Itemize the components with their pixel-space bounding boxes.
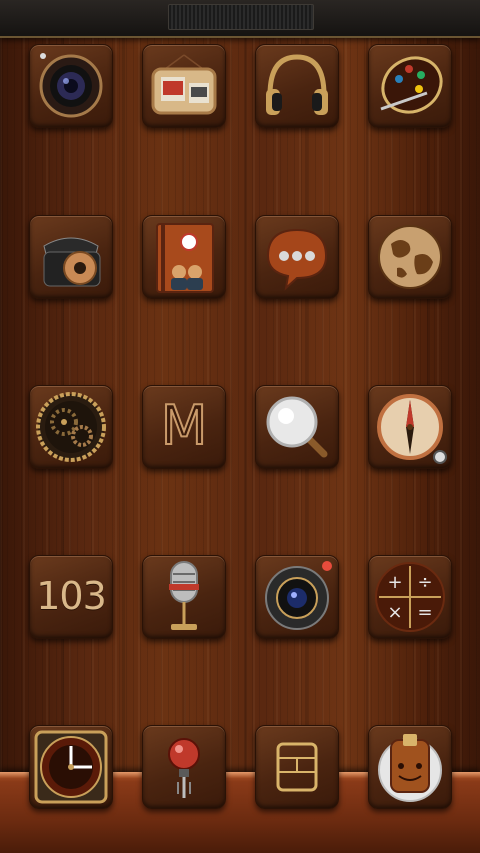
svg-text:+: + — [387, 572, 402, 593]
flashlight-icon[interactable] — [142, 725, 226, 809]
status-bar-notch — [168, 4, 314, 30]
calculator-icon[interactable]: + ÷ × = — [368, 555, 452, 639]
fm-radio-icon[interactable]: 103 — [29, 555, 113, 639]
contacts-icon[interactable] — [142, 215, 226, 299]
gallery-icon[interactable] — [142, 44, 226, 128]
browser-globe-icon[interactable] — [368, 215, 452, 299]
search-icon[interactable] — [255, 385, 339, 469]
camera-icon[interactable] — [29, 44, 113, 128]
mail-icon[interactable]: M — [142, 385, 226, 469]
voice-recorder-icon[interactable] — [142, 555, 226, 639]
mail-letter: M — [160, 393, 209, 458]
music-headphones-icon[interactable] — [255, 44, 339, 128]
clock-icon[interactable] — [29, 725, 113, 809]
svg-text:=: = — [417, 602, 432, 623]
video-camera-icon[interactable] — [255, 555, 339, 639]
store-face-icon[interactable] — [368, 725, 452, 809]
svg-text:÷: ÷ — [417, 572, 432, 593]
messages-icon[interactable] — [255, 215, 339, 299]
compass-icon[interactable] — [368, 385, 452, 469]
status-bar — [0, 0, 480, 38]
sim-toolkit-icon[interactable] — [255, 725, 339, 809]
phone-icon[interactable] — [29, 215, 113, 299]
fm-frequency: 103 — [36, 574, 107, 618]
settings-gear-icon[interactable] — [29, 385, 113, 469]
svg-text:×: × — [387, 602, 402, 623]
theme-palette-icon[interactable] — [368, 44, 452, 128]
